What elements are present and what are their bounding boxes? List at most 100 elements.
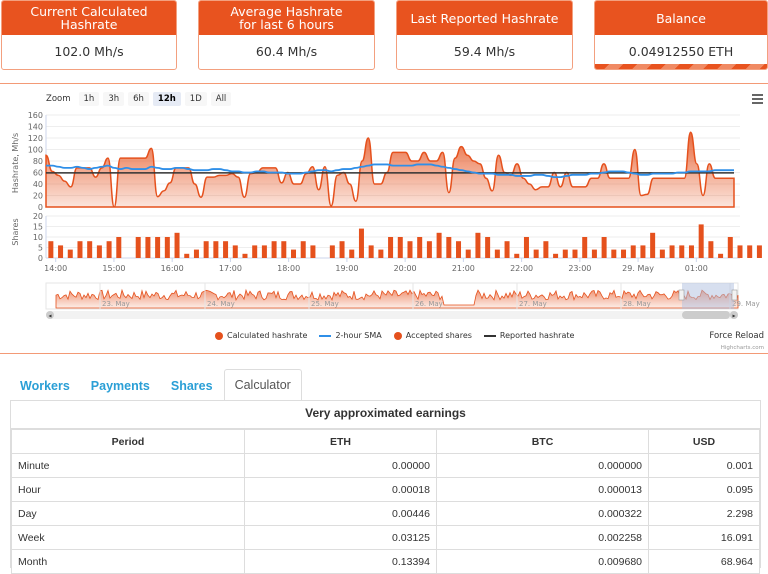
table-row: Hour 0.00018 0.000013 0.095 [11, 477, 760, 502]
shares-bar [271, 241, 277, 258]
y-tick-label: 20 [33, 212, 43, 221]
shares-bar [553, 253, 559, 258]
shares-bar [291, 249, 297, 258]
shares-bar [650, 232, 656, 258]
value-cell: 0.00018 [244, 477, 437, 502]
y-tick-label: 60 [33, 169, 43, 178]
tab-payments[interactable]: Payments [81, 370, 161, 401]
shares-bar [58, 245, 64, 258]
shares-bar [562, 249, 568, 258]
y-tick-label: 140 [28, 123, 43, 132]
shares-bar [67, 249, 73, 258]
column-header: BTC [436, 429, 649, 454]
legend-dot-icon [393, 331, 402, 340]
y-tick-label: 20 [33, 192, 43, 201]
shares-bar [475, 232, 481, 258]
x-tick-label: 21:00 [452, 264, 475, 273]
legend-line-icon [483, 334, 496, 337]
value-cell: 0.03125 [244, 525, 437, 550]
navigator-label: 25. May [311, 300, 339, 308]
shares-bar [232, 245, 238, 258]
shares-bar [310, 245, 316, 258]
scrollbar-thumb[interactable] [682, 311, 730, 319]
shares-bar [174, 232, 180, 258]
legend-accepted-shares[interactable]: Accepted shares [393, 331, 472, 340]
value-cell: 0.000322 [436, 501, 649, 526]
shares-bar [465, 249, 471, 258]
value-cell: 0.00000 [244, 453, 437, 478]
shares-bar [96, 245, 102, 258]
y-tick-label: 160 [28, 111, 43, 120]
tab-calculator[interactable]: Calculator [223, 369, 302, 401]
value-cell: 0.001 [648, 453, 760, 478]
calculated-hashrate-area [45, 131, 735, 208]
shares-bar [533, 249, 539, 258]
shares-bar [349, 249, 355, 258]
shares-bar [184, 253, 190, 258]
legend-reported-hashrate[interactable]: Reported hashrate [483, 331, 574, 340]
value-cell: 16.091 [648, 525, 760, 550]
highcharts-credits[interactable]: Highcharts.com [721, 345, 764, 351]
shares-bar [300, 241, 306, 258]
shares-bar [669, 245, 675, 258]
value-cell: 0.000000 [436, 453, 649, 478]
hashrate-axis-title: Hashrate, Mh/s [11, 133, 20, 193]
period-cell: Week [11, 525, 245, 550]
shares-bar [572, 249, 578, 258]
calculator-title: Very approximated earnings [11, 401, 760, 429]
legend-sma[interactable]: 2-hour SMA [319, 331, 382, 340]
force-reload-button[interactable]: Force Reload [709, 331, 764, 341]
shares-bar [727, 237, 733, 258]
y-tick-label: 120 [28, 134, 43, 143]
x-tick-label: 17:00 [219, 264, 242, 273]
x-tick-label: 19:00 [335, 264, 358, 273]
shares-bar [281, 241, 287, 258]
navigator-label: 29. May [732, 300, 760, 308]
shares-bar [426, 241, 432, 258]
calculator-panel: Very approximated earnings Period ETH BTC U… [10, 400, 761, 574]
scrollbar-track[interactable] [46, 311, 738, 319]
shares-bar [485, 237, 491, 258]
column-header: ETH [244, 429, 437, 454]
x-tick-label: 14:00 [44, 264, 67, 273]
scroll-left-icon: ◂ [49, 313, 52, 320]
table-row: Week 0.03125 0.002258 16.091 [11, 525, 760, 550]
shares-bar [640, 245, 646, 258]
tab-workers[interactable]: Workers [10, 370, 81, 401]
tab-bar: Workers Payments Shares Calculator [10, 369, 302, 401]
shares-bar [436, 232, 442, 258]
hashrate-chart: 020406080100120140160 05101520 Hashrate,… [11, 111, 762, 320]
shares-bar [446, 237, 452, 258]
x-tick-label: 29. May [622, 264, 654, 273]
shares-bar [164, 237, 170, 258]
shares-bar [203, 241, 209, 258]
shares-bar [145, 237, 151, 258]
shares-bar [155, 237, 161, 258]
x-tick-label: 15:00 [102, 264, 125, 273]
x-tick-label: 18:00 [277, 264, 300, 273]
value-cell: 0.095 [648, 477, 760, 502]
legend-calculated-hashrate[interactable]: Calculated hashrate [215, 331, 307, 340]
shares-bar [601, 237, 607, 258]
navigator-label: 28. May [623, 300, 651, 308]
value-cell: 0.13394 [244, 549, 437, 574]
x-tick-label: 22:00 [510, 264, 533, 273]
navigator-handle-left[interactable] [678, 289, 685, 301]
navigator-handle-right[interactable] [731, 289, 738, 301]
shares-bar [339, 241, 345, 258]
table-row: Day 0.00446 0.000322 2.298 [11, 501, 760, 526]
value-cell: 2.298 [648, 501, 760, 526]
x-tick-label: 16:00 [161, 264, 184, 273]
shares-bar [48, 241, 54, 258]
tab-shares[interactable]: Shares [161, 370, 224, 401]
column-header: Period [11, 429, 245, 454]
navigator-label: 26. May [415, 300, 443, 308]
navigator-selection[interactable] [682, 283, 734, 309]
value-cell: 0.009680 [436, 549, 649, 574]
y-tick-label: 10 [33, 233, 43, 242]
column-header: USD [648, 429, 760, 454]
shares-bar [698, 224, 704, 258]
shares-bar [737, 245, 743, 258]
shares-bar [388, 237, 394, 258]
chart-legend: Calculated hashrate 2-hour SMA Accepted … [215, 331, 574, 340]
